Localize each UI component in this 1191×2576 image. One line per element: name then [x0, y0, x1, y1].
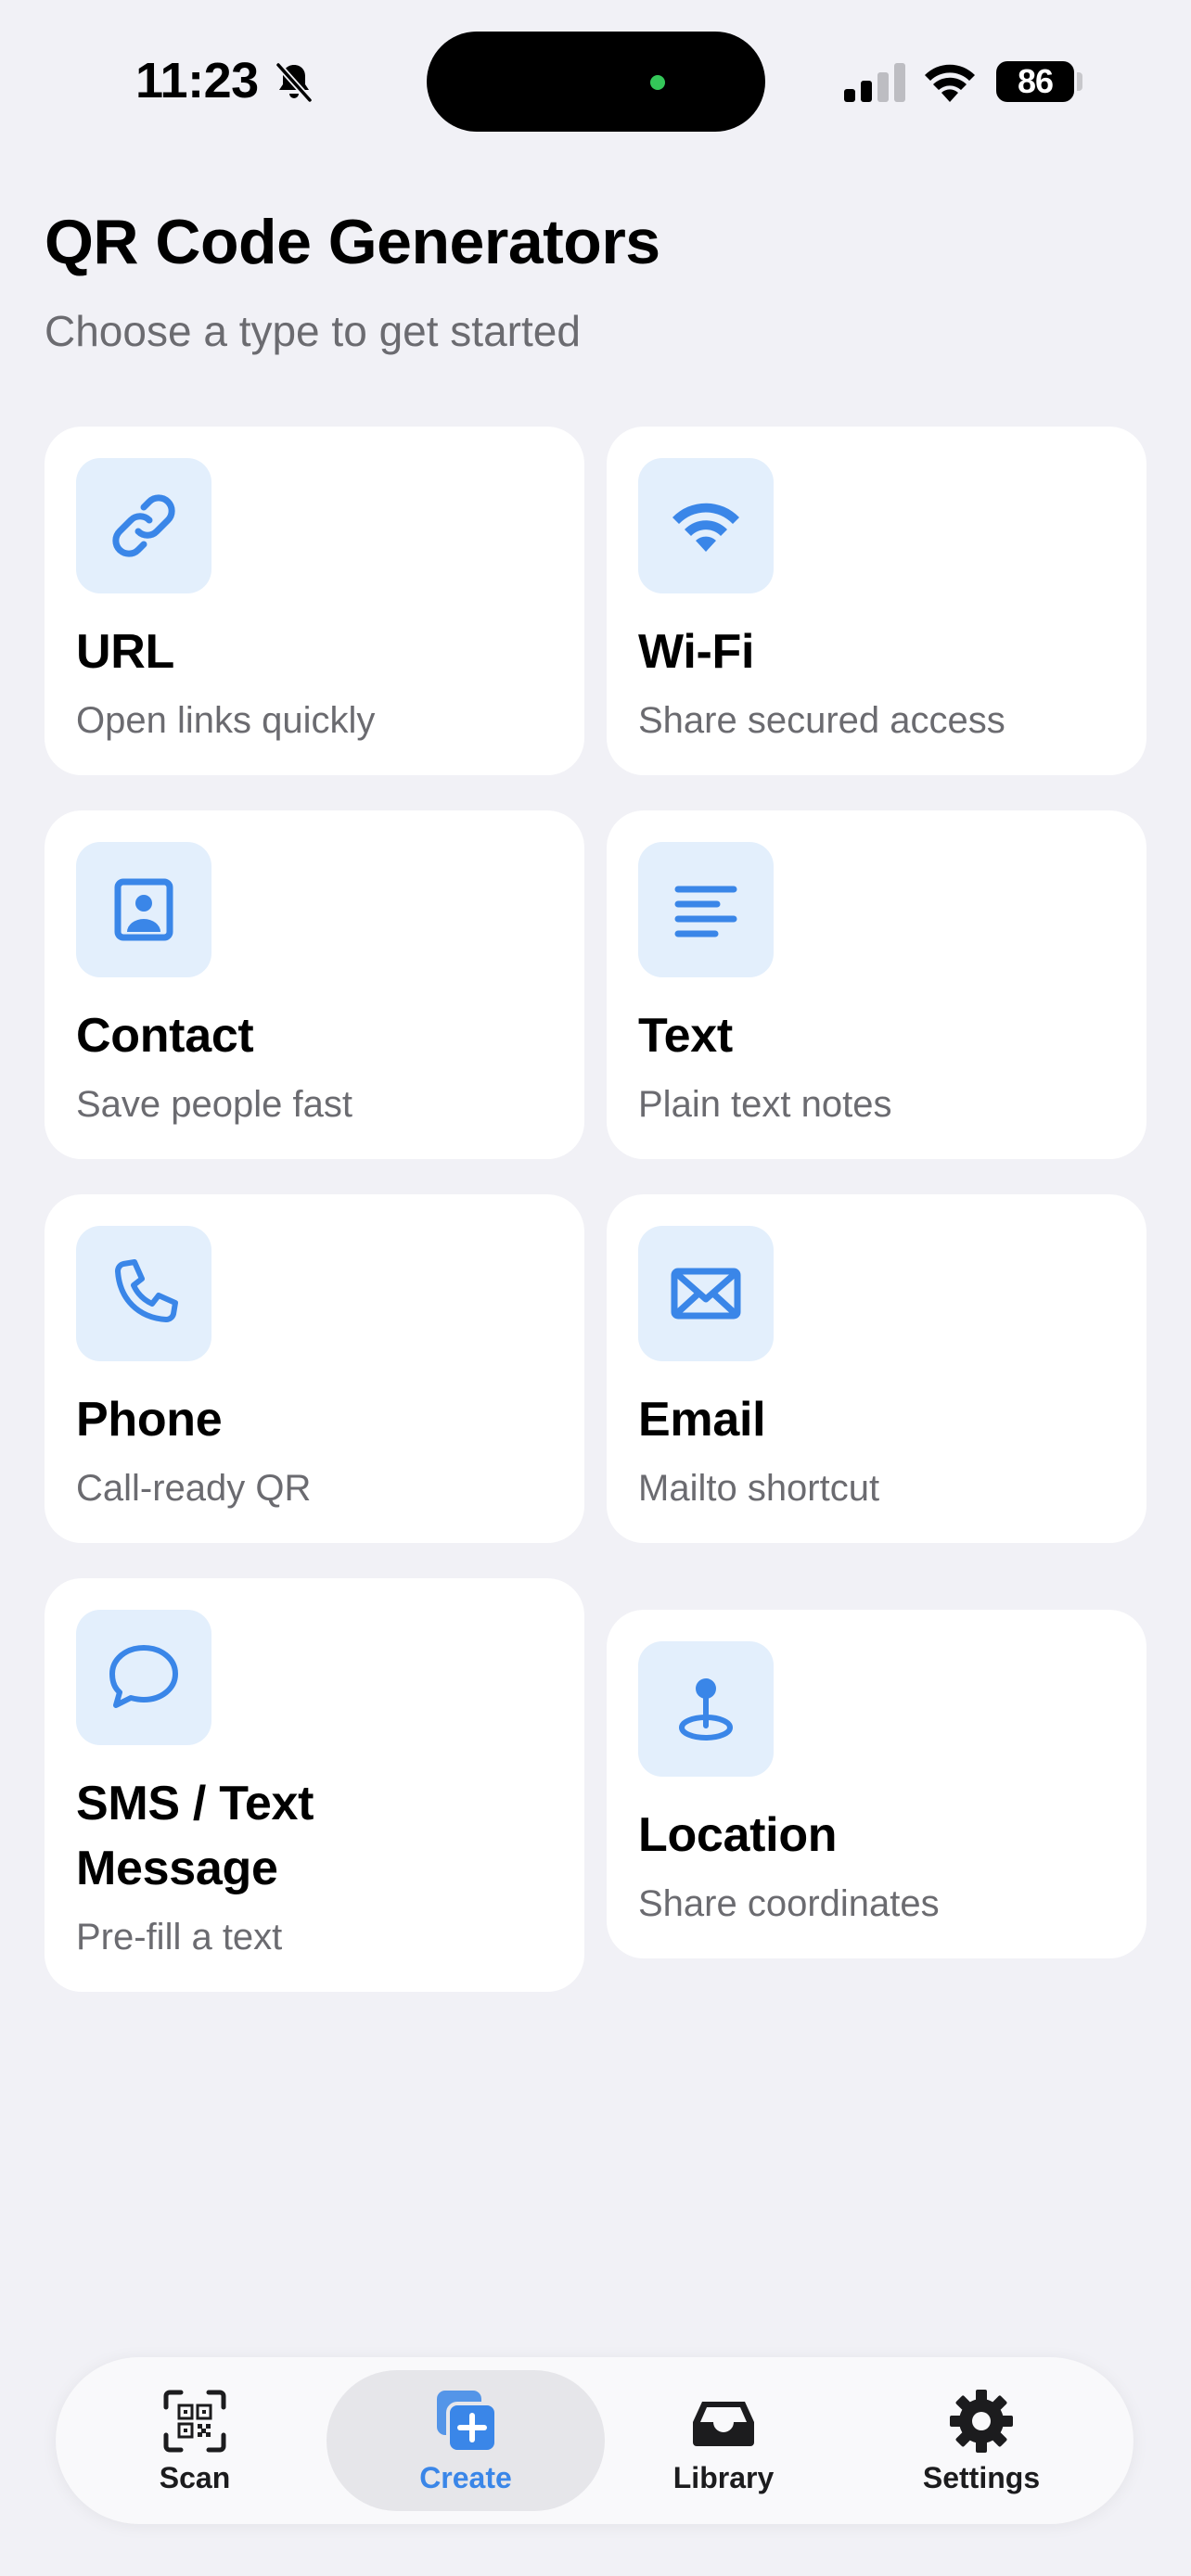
generator-card-text[interactable]: Text Plain text notes [607, 810, 1146, 1159]
card-subtitle: Share secured access [638, 700, 1005, 741]
card-title-line-1: SMS / Text [76, 1777, 314, 1830]
generator-card-url[interactable]: URL Open links quickly [45, 427, 584, 775]
tab-bar: Scan Create Library Settings [56, 2357, 1133, 2524]
icon-tile [638, 1226, 774, 1361]
gear-icon [950, 2389, 1013, 2453]
card-title: Email [638, 1393, 766, 1447]
icon-tile [638, 842, 774, 977]
contact-icon [114, 878, 173, 941]
phone-icon [115, 1259, 178, 1322]
generator-card-phone[interactable]: Phone Call-ready QR [45, 1194, 584, 1543]
card-subtitle: Pre-fill a text [76, 1917, 283, 1958]
qr-scan-icon [163, 2390, 226, 2452]
card-subtitle: Share coordinates [638, 1883, 940, 1924]
icon-tile [638, 458, 774, 593]
bell-slash-icon [275, 62, 313, 103]
card-title: Text [638, 1009, 733, 1063]
battery-icon: 86 [996, 61, 1074, 102]
icon-tile [638, 1641, 774, 1777]
card-subtitle: Open links quickly [76, 700, 376, 741]
tab-label: Create [419, 2460, 512, 2494]
page-subtitle: Choose a type to get started [45, 307, 581, 355]
screen: 11:23 86 QR Code Generators Choose a typ… [0, 0, 1191, 2576]
card-title: Wi-Fi [638, 625, 755, 679]
status-bar: 11:23 86 [0, 0, 1191, 148]
icon-tile [76, 842, 211, 977]
card-subtitle: Call-ready QR [76, 1468, 312, 1509]
card-subtitle: Mailto shortcut [638, 1468, 880, 1509]
tab-library[interactable]: Library [584, 2370, 863, 2511]
card-title: Contact [76, 1009, 254, 1063]
tab-label: Settings [922, 2460, 1041, 2494]
tab-settings[interactable]: Settings [842, 2370, 1121, 2511]
generator-card-contact[interactable]: Contact Save people fast [45, 810, 584, 1159]
generator-card-location[interactable]: Location Share coordinates [607, 1610, 1146, 1958]
card-title: Location [638, 1808, 838, 1862]
create-plus-icon [437, 2390, 498, 2454]
tab-label: Library [672, 2460, 775, 2494]
signal-icon [844, 63, 905, 102]
tab-label: Scan [159, 2460, 231, 2494]
generator-card-wifi[interactable]: Wi-Fi Share secured access [607, 427, 1146, 775]
wifi-icon [925, 64, 975, 102]
location-pin-icon [679, 1678, 733, 1741]
card-title: Phone [76, 1393, 223, 1447]
inbox-tray-icon [693, 2401, 754, 2446]
generator-card-sms[interactable]: SMS / Text Message Pre-fill a text [45, 1578, 584, 1992]
link-icon [112, 494, 175, 557]
message-bubble-icon [109, 1645, 178, 1708]
text-lines-icon [674, 886, 737, 937]
status-time: 11:23 [135, 53, 259, 108]
card-title: URL [76, 625, 174, 679]
card-title-line-2: Message [76, 1842, 278, 1895]
tab-create[interactable]: Create [327, 2370, 605, 2511]
page-title: QR Code Generators [45, 207, 660, 277]
wifi-icon [672, 503, 739, 552]
icon-tile [76, 458, 211, 593]
dynamic-island [427, 32, 765, 132]
icon-tile [76, 1226, 211, 1361]
camera-indicator-dot [650, 75, 665, 90]
tab-scan[interactable]: Scan [56, 2370, 334, 2511]
card-subtitle: Save people fast [76, 1084, 352, 1125]
generator-card-email[interactable]: Email Mailto shortcut [607, 1194, 1146, 1543]
icon-tile [76, 1610, 211, 1745]
envelope-icon [671, 1268, 741, 1320]
card-subtitle: Plain text notes [638, 1084, 892, 1125]
battery-tip [1077, 72, 1082, 91]
